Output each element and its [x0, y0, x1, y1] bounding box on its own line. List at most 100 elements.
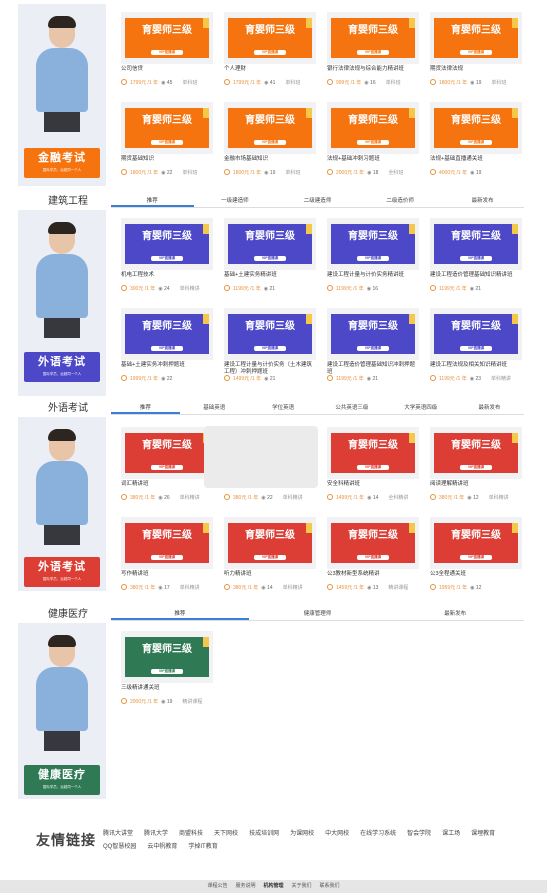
course-thumbnail[interactable]: 育婴师三级 VIP直播课 — [121, 308, 213, 360]
course-thumbnail[interactable]: 育婴师三级 VIP直播课 — [224, 102, 316, 154]
course-card[interactable]: 育婴师三级 VIP直播课 基础+土建实务精讲班 1199元 /1 年 ◉ 21 — [224, 218, 316, 302]
course-thumbnail[interactable]: 育婴师三级 VIP直播课 — [224, 517, 316, 569]
course-card[interactable]: 育婴师三级 VIP直播课 公3教材新型系统精讲 1459元 /1 年 ◉ 13 精讲课程 — [327, 517, 419, 601]
friend-link[interactable]: 智会学院 — [407, 828, 431, 841]
course-card[interactable]: 育婴师三级 VIP直播课 公司信贷 1799元 /1 年 ◉ 45 单科班 — [121, 12, 213, 96]
course-card[interactable]: 育婴师三级 VIP直播课 阅读理解精讲班 380元 /1 年 ◉ 12 单科精讲 — [430, 427, 522, 511]
tab-0[interactable]: 推荐 — [111, 403, 180, 414]
course-name[interactable]: 安全科精讲班 — [327, 481, 419, 488]
footer-link[interactable]: 机构管理 — [263, 883, 283, 889]
course-name[interactable]: 建设工程造价管理基础知识精讲班 — [430, 272, 522, 279]
tab-3[interactable]: 二级造价师 — [359, 196, 442, 207]
tab-3[interactable]: 公共英语三级 — [317, 403, 386, 414]
friend-link[interactable]: 在线学习系统 — [360, 828, 396, 841]
course-name[interactable]: 金融市场基础知识 — [224, 156, 316, 163]
course-name[interactable]: 写作精讲班 — [121, 571, 213, 578]
course-card[interactable]: 育婴师三级 VIP直播课 法规+基础冲刺习题班 2000元 /1 年 ◉ 18 全科班 — [327, 102, 419, 186]
category-banner-language[interactable]: 外语考试 国际学员，远超同一个人 — [18, 417, 106, 591]
course-card[interactable]: 育婴师三级 VIP直播课 期货法律法规 1800元 /1 年 ◉ 19 单科班 — [430, 12, 522, 96]
course-name[interactable]: 听力精讲班 — [224, 571, 316, 578]
tab-2[interactable]: 二级建造师 — [276, 196, 359, 207]
course-card[interactable]: 育婴师三级 VIP直播课 听力精讲班 380元 /1 年 ◉ 14 单科精讲 — [224, 517, 316, 601]
course-thumbnail[interactable]: 育婴师三级 VIP直播课 — [121, 517, 213, 569]
friend-link[interactable]: 中大网校 — [325, 828, 349, 841]
course-card[interactable]: 育婴师三级 VIP直播课 词汇精讲班 380元 /1 年 ◉ 26 单科精讲 — [121, 427, 213, 511]
course-name[interactable]: 法规+基础冲刺习题班 — [327, 156, 419, 163]
footer-link[interactable]: 关于我们 — [292, 883, 312, 889]
course-name[interactable]: 公3教材新型系统精讲 — [327, 571, 419, 578]
course-thumbnail[interactable]: 育婴师三级 VIP直播课 — [121, 631, 213, 683]
course-thumbnail[interactable]: 育婴师三级 VIP直播课 — [327, 12, 419, 64]
tab-0[interactable]: 推荐 — [111, 609, 249, 620]
course-card[interactable]: 育婴师三级 VIP直播课 基础+土建实务冲刺押题班 1999元 /1 年 ◉ 22 — [121, 308, 213, 392]
course-name[interactable]: 期货基础知识 — [121, 156, 213, 163]
course-thumbnail[interactable]: 育婴师三级 VIP直播课 — [430, 517, 522, 569]
course-thumbnail[interactable]: 育婴师三级 VIP直播课 — [430, 427, 522, 479]
course-name[interactable]: 基础+土建实务冲刺押题班 — [121, 362, 213, 369]
course-name[interactable]: 阅读理解精讲班 — [430, 481, 522, 488]
tab-2[interactable]: 学位英语 — [249, 403, 318, 414]
course-thumbnail[interactable]: 育婴师三级 VIP直播课 — [430, 102, 522, 154]
course-name[interactable]: 法规+基础直播通关班 — [430, 156, 522, 163]
tab-2[interactable]: 最新发布 — [386, 609, 524, 620]
footer-link[interactable]: 课程公告 — [207, 883, 227, 889]
course-thumbnail[interactable]: 育婴师三级 VIP直播课 — [327, 102, 419, 154]
tab-1[interactable]: 健康管理师 — [249, 609, 387, 620]
course-card[interactable]: 育婴师三级 VIP直播课 法规+基础直播通关班 4000元 /1 年 ◉ 19 — [430, 102, 522, 186]
course-card[interactable]: 育婴师三级 VIP直播课 银行法律法规与综合能力精讲班 999元 /1 年 ◉ 16 单科… — [327, 12, 419, 96]
tab-4[interactable]: 最新发布 — [441, 196, 524, 207]
friend-link[interactable]: 腾讯大讲堂 — [103, 828, 133, 841]
course-card[interactable]: 育婴师三级 VIP直播课 机电工程技术 300元 /1 年 ◉ 24 单科精讲 — [121, 218, 213, 302]
course-card[interactable]: 育婴师三级 VIP直播课 建设工程造价管理基础知识精讲班 1199元 /1 年 ◉ 21 — [430, 218, 522, 302]
tab-1[interactable]: 一级建造师 — [194, 196, 277, 207]
tab-4[interactable]: 大学英语四级 — [386, 403, 455, 414]
course-thumbnail[interactable]: 育婴师三级 VIP直播课 — [224, 12, 316, 64]
friend-link[interactable]: 天下网校 — [214, 828, 238, 841]
course-card[interactable]: 育婴师三级 VIP直播课 建设工程法规及相关知识精讲班 1199元 /1 年 ◉ 23 单… — [430, 308, 522, 392]
course-name[interactable]: 建设工程造价管理基础知识冲刺押题班 — [327, 362, 419, 376]
course-card[interactable]: 育婴师三级 VIP直播课 安全科精讲班 1499元 /1 年 ◉ 14 全科精讲 — [327, 427, 419, 511]
friend-link[interactable]: 课埋教育 — [471, 828, 495, 841]
course-name[interactable]: 个人理财 — [224, 66, 316, 73]
course-card[interactable]: 育婴师三级 VIP直播课 建设工程计量与计价实务（土木建筑工程）冲刺押题班 1499元… — [224, 308, 316, 392]
course-thumbnail[interactable]: 育婴师三级 VIP直播课 — [327, 427, 419, 479]
course-name[interactable]: 建设工程计量与计价实务（土木建筑工程）冲刺押题班 — [224, 362, 316, 376]
course-thumbnail[interactable]: 育婴师三级 VIP直播课 — [327, 308, 419, 360]
category-banner-finance[interactable]: 金融考试 国际学员，远超同一个人 — [18, 4, 106, 186]
footer-link[interactable]: 联系我们 — [320, 883, 340, 889]
course-card[interactable]: 育婴师三级 VIP直播课 三级精讲通关班 2000元 /1 年 ◉ 19 精讲课程 — [121, 631, 213, 715]
course-name[interactable]: 银行法律法规与综合能力精讲班 — [327, 66, 419, 73]
friend-link[interactable]: 为课网校 — [290, 828, 314, 841]
friend-link[interactable]: 学掉IT教育 — [188, 841, 217, 854]
course-name[interactable]: 期货法律法规 — [430, 66, 522, 73]
course-name[interactable]: 公3全程通关班 — [430, 571, 522, 578]
category-banner-construction[interactable]: 外语考试 国际学员，远超同一个人 — [18, 210, 106, 396]
footer-link[interactable]: 服务说明 — [235, 883, 255, 889]
friend-link[interactable]: 课工场 — [442, 828, 460, 841]
friend-link[interactable]: 技成培训网 — [249, 828, 279, 841]
course-thumbnail[interactable]: 育婴师三级 VIP直播课 — [121, 218, 213, 270]
course-thumbnail[interactable]: 育婴师三级 VIP直播课 — [224, 218, 316, 270]
course-thumbnail[interactable]: 育婴师三级 VIP直播课 — [430, 218, 522, 270]
course-card[interactable]: 育婴师三级 VIP直播课 建设工程造价管理基础知识冲刺押题班 1199元 /1 年 ◉ … — [327, 308, 419, 392]
course-name[interactable]: 基础+土建实务精讲班 — [224, 272, 316, 279]
course-thumbnail[interactable]: 育婴师三级 VIP直播课 — [121, 12, 213, 64]
course-thumbnail[interactable]: 育婴师三级 VIP直播课 — [327, 517, 419, 569]
course-thumbnail[interactable]: 育婴师三级 VIP直播课 — [430, 308, 522, 360]
course-card[interactable]: 育婴师三级 VIP直播课 建设工程计量与计价实务精讲班 1199元 /1 年 ◉ 16 — [327, 218, 419, 302]
friend-link[interactable]: 云中帆教育 — [147, 841, 177, 854]
course-card[interactable]: 育婴师三级 VIP直播课 期货基础知识 1800元 /1 年 ◉ 22 单科班 — [121, 102, 213, 186]
friend-link[interactable]: 腾讯大学 — [144, 828, 168, 841]
course-thumbnail[interactable]: 育婴师三级 VIP直播课 — [121, 427, 213, 479]
course-thumbnail[interactable]: 育婴师三级 VIP直播课 — [224, 308, 316, 360]
tab-1[interactable]: 基础英语 — [180, 403, 249, 414]
course-name[interactable]: 三级精讲通关班 — [121, 685, 213, 692]
course-name[interactable]: 建设工程法规及相关知识精讲班 — [430, 362, 522, 369]
tab-5[interactable]: 最新发布 — [455, 403, 524, 414]
category-banner-health[interactable]: 健康医疗 国际学员，远超同一个人 — [18, 623, 106, 799]
course-card[interactable]: 育婴师三级 VIP直播课 写作精讲班 380元 /1 年 ◉ 17 单科精讲 — [121, 517, 213, 601]
friend-link[interactable]: 商盟科技 — [179, 828, 203, 841]
course-name[interactable]: 机电工程技术 — [121, 272, 213, 279]
friend-link[interactable]: QQ智慧校园 — [103, 841, 136, 854]
tab-0[interactable]: 推荐 — [111, 196, 194, 207]
